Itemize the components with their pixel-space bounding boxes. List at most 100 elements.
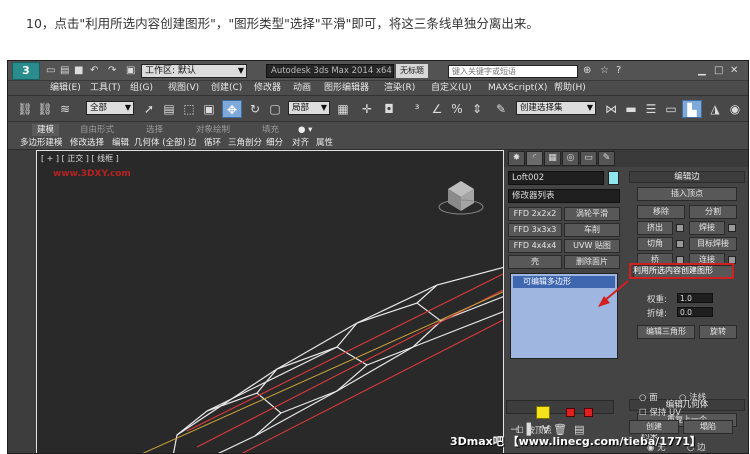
- ribbon-geometry-all[interactable]: 几何体 (全部): [134, 137, 186, 149]
- help-icon[interactable]: ?: [616, 65, 621, 77]
- move-icon[interactable]: ✥: [222, 100, 242, 118]
- ribbon-tab-object-paint[interactable]: 对象绘制: [196, 124, 230, 136]
- binoculars-icon[interactable]: ⊕: [583, 65, 591, 77]
- redo-icon[interactable]: ↷: [108, 65, 116, 77]
- menu-maxscript[interactable]: MAXScript(X): [488, 82, 547, 94]
- menu-help[interactable]: 帮助(H): [554, 82, 586, 94]
- chamfer-button[interactable]: 切角: [637, 237, 673, 251]
- spinner-snap-icon[interactable]: ⇕: [468, 100, 486, 118]
- workspace-select[interactable]: 工作区: 默认 ▼: [141, 64, 247, 78]
- ribbon-toggle-icon[interactable]: ▭: [662, 100, 680, 118]
- ribbon-tab-populate[interactable]: 填充: [262, 124, 279, 136]
- menu-group[interactable]: 组(G): [130, 82, 153, 94]
- delete-patch-button[interactable]: 删除面片: [564, 255, 620, 269]
- constraint-face-radio[interactable]: ○ 面: [639, 391, 658, 403]
- open-file-icon[interactable]: ▤: [60, 65, 69, 77]
- material-editor-icon[interactable]: ◉: [726, 100, 744, 118]
- edit-named-selection-icon[interactable]: ✎: [492, 100, 510, 118]
- unlink-icon[interactable]: ⛓: [36, 100, 54, 118]
- selection-filter-select[interactable]: 全部 ▼: [86, 101, 134, 115]
- select-by-name-icon[interactable]: ▤: [160, 100, 178, 118]
- weld-button[interactable]: 焊接: [689, 221, 725, 235]
- menu-customize[interactable]: 自定义(U): [431, 82, 472, 94]
- rotate-icon[interactable]: ↻: [246, 100, 264, 118]
- menu-graph-editors[interactable]: 图形编辑器: [324, 82, 369, 94]
- uvw-map-button[interactable]: UVW 贴图: [564, 239, 620, 253]
- target-weld-button[interactable]: 目标焊接: [689, 237, 737, 251]
- turbosmooth-button[interactable]: 涡轮平滑: [564, 207, 620, 221]
- reference-coord-select[interactable]: 局部 ▼: [288, 101, 330, 115]
- ribbon-tab-freeform[interactable]: 自由形式: [80, 124, 114, 136]
- border-mode-icon[interactable]: [566, 408, 575, 417]
- create-tab-icon[interactable]: ✸: [508, 151, 525, 166]
- ribbon-tris[interactable]: 三角剖分: [228, 137, 262, 149]
- modifier-stack[interactable]: 可编辑多边形: [510, 273, 618, 359]
- rectangle-selection-icon[interactable]: ⬚: [180, 100, 198, 118]
- chamfer-settings-icon[interactable]: [676, 240, 684, 248]
- object-name-field[interactable]: Loft002: [508, 171, 604, 185]
- modify-tab-icon[interactable]: ◜: [526, 151, 543, 166]
- star-icon[interactable]: ☆: [600, 65, 609, 77]
- ffd-3x3x3-button[interactable]: FFD 3x3x3: [508, 223, 562, 237]
- preserve-uv-checkbox[interactable]: ☐ 保持 UV: [639, 406, 681, 418]
- constraint-normal-radio[interactable]: ○ 法线: [679, 391, 706, 403]
- ribbon-tab-modeling[interactable]: 建模: [32, 124, 60, 136]
- close-icon[interactable]: ✕: [730, 65, 738, 77]
- menu-create[interactable]: 创建(C): [211, 82, 242, 94]
- object-color-swatch[interactable]: [608, 171, 619, 185]
- lathe-button[interactable]: 车削: [564, 223, 620, 237]
- window-crossing-icon[interactable]: ▣: [200, 100, 218, 118]
- motion-tab-icon[interactable]: ◎: [562, 151, 579, 166]
- ffd-4x4x4-button[interactable]: FFD 4x4x4: [508, 239, 562, 253]
- ribbon-subdivision[interactable]: 细分: [266, 137, 283, 149]
- ribbon-align[interactable]: 对齐: [292, 137, 309, 149]
- mirror-icon[interactable]: ⋈: [602, 100, 620, 118]
- scale-icon[interactable]: ▢: [266, 100, 284, 118]
- pivot-center-icon[interactable]: ▦: [334, 100, 352, 118]
- edit-triangulation-button[interactable]: 编辑三角形: [637, 325, 695, 339]
- ribbon-polygon-modeling[interactable]: 多边形建模: [20, 137, 63, 149]
- extrude-button[interactable]: 挤出: [637, 221, 673, 235]
- extrude-settings-icon[interactable]: [676, 224, 684, 232]
- menu-tools[interactable]: 工具(T): [90, 82, 121, 94]
- remove-button[interactable]: 移除: [637, 205, 685, 219]
- element-mode-icon[interactable]: [584, 408, 593, 417]
- select-link-icon[interactable]: ⛓: [16, 100, 34, 118]
- menu-edit[interactable]: 编辑(E): [50, 82, 81, 94]
- collapse-button[interactable]: 塌陷: [683, 420, 733, 434]
- viewport-orthographic[interactable]: [ + ] [ 正交 ] [ 线框 ] www.3DXY.com: [36, 150, 504, 453]
- keyboard-shortcut-icon[interactable]: ◘: [380, 100, 398, 118]
- project-icon[interactable]: ▣: [126, 65, 135, 77]
- menu-rendering[interactable]: 渲染(R): [384, 82, 415, 94]
- utilities-tab-icon[interactable]: ✎: [598, 151, 615, 166]
- hierarchy-tab-icon[interactable]: ▦: [544, 151, 561, 166]
- curve-editor-icon[interactable]: ▙: [682, 100, 702, 118]
- app-logo-icon[interactable]: 3: [12, 62, 40, 80]
- turn-button[interactable]: 旋转: [699, 325, 737, 339]
- ribbon-properties[interactable]: 属性: [316, 137, 333, 149]
- create-button[interactable]: 创建: [629, 420, 679, 434]
- named-selection-select[interactable]: 创建选择集 ▼: [516, 101, 596, 115]
- weight-spinner[interactable]: 1.0: [677, 293, 713, 303]
- insert-vertex-button[interactable]: 插入顶点: [637, 187, 737, 201]
- weld-settings-icon[interactable]: [728, 224, 736, 232]
- undo-icon[interactable]: ↶: [90, 65, 98, 77]
- select-manipulate-icon[interactable]: ✛: [358, 100, 376, 118]
- ribbon-modify-selection[interactable]: 修改选择: [70, 137, 104, 149]
- align-icon[interactable]: ▬: [622, 100, 640, 118]
- save-icon[interactable]: ■: [74, 65, 83, 77]
- ribbon-options-icon[interactable]: ● ▾: [298, 124, 312, 136]
- select-object-icon[interactable]: ➚: [140, 100, 158, 118]
- shell-button[interactable]: 壳: [508, 255, 562, 269]
- layer-manager-icon[interactable]: ☰: [642, 100, 660, 118]
- ffd-2x2x2-button[interactable]: FFD 2x2x2: [508, 207, 562, 221]
- maximize-icon[interactable]: □: [714, 65, 723, 77]
- snap-toggle-icon[interactable]: ³: [408, 100, 426, 118]
- split-button[interactable]: 分割: [689, 205, 737, 219]
- display-tab-icon[interactable]: ▭: [580, 151, 597, 166]
- menu-modifiers[interactable]: 修改器: [254, 82, 281, 94]
- minimize-icon[interactable]: ▁: [698, 65, 706, 77]
- modifier-list-select[interactable]: 修改器列表: [508, 189, 620, 203]
- new-file-icon[interactable]: ▭: [46, 65, 55, 77]
- vertex-mode-icon[interactable]: [536, 406, 550, 419]
